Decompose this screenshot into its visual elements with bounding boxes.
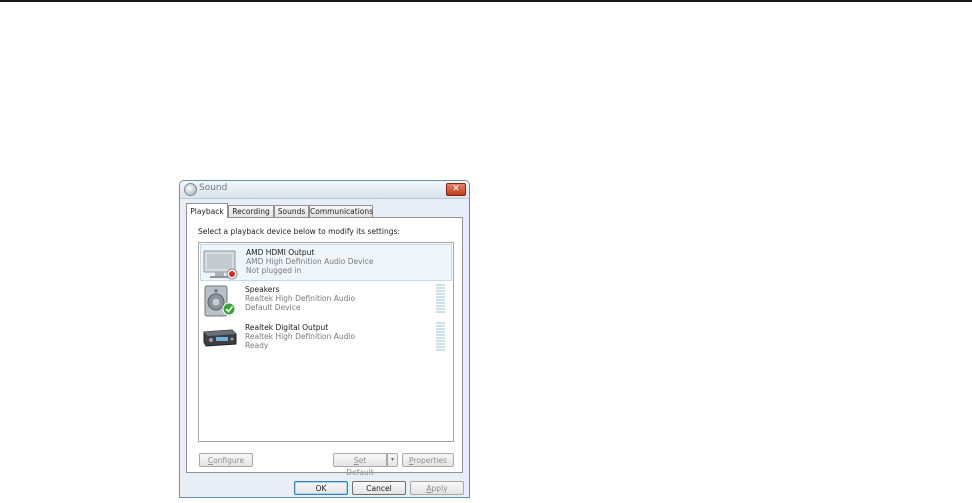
device-status: Ready: [245, 341, 269, 350]
set-default-button[interactable]: Set Default: [333, 453, 387, 477]
default-check-icon: [222, 302, 236, 316]
device-status: Not plugged in: [246, 266, 302, 275]
device-name: AMD HDMI Output: [246, 248, 315, 257]
device-status: Default Device: [245, 303, 301, 312]
device-item-digital-output[interactable]: Realtek Digital Output Realtek High Defi…: [200, 320, 452, 357]
sound-app-icon: [184, 183, 197, 196]
device-name: Realtek Digital Output: [245, 323, 329, 332]
device-item-speakers[interactable]: Speakers Realtek High Definition Audio D…: [200, 282, 452, 319]
window-title: Sound: [199, 183, 228, 193]
configure-button[interactable]: Configure: [199, 453, 253, 467]
device-driver: Realtek High Definition Audio: [245, 294, 356, 303]
volume-meter: [436, 284, 445, 314]
top-border-line: [0, 0, 972, 2]
monitor-icon: [203, 250, 238, 280]
device-name: Speakers: [245, 285, 280, 294]
cancel-button[interactable]: Cancel: [352, 481, 406, 495]
device-driver: AMD High Definition Audio Device: [246, 257, 374, 266]
close-button[interactable]: ✕: [446, 183, 466, 196]
sound-dialog: Sound ✕ Playback Recording Sounds Commun…: [179, 180, 470, 498]
device-list[interactable]: AMD HDMI Output AMD High Definition Audi…: [198, 242, 454, 442]
device-item-amd-hdmi[interactable]: AMD HDMI Output AMD High Definition Audi…: [200, 244, 452, 281]
instruction-text: Select a playback device below to modify…: [198, 227, 400, 236]
volume-meter: [436, 322, 445, 352]
ok-button[interactable]: OK: [294, 481, 348, 495]
tab-recording[interactable]: Recording: [228, 205, 274, 217]
digital-receiver-icon: [203, 329, 237, 347]
tab-playback[interactable]: Playback: [186, 203, 228, 218]
unplugged-badge-icon: [226, 268, 238, 280]
device-driver: Realtek High Definition Audio: [245, 332, 356, 341]
playback-panel: Select a playback device below to modify…: [186, 217, 463, 477]
title-bar[interactable]: Sound ✕: [180, 181, 469, 199]
properties-button[interactable]: Properties: [402, 453, 454, 467]
tab-sounds[interactable]: Sounds: [274, 205, 309, 217]
tab-communications[interactable]: Communications: [309, 205, 373, 217]
apply-button[interactable]: Apply: [410, 481, 464, 495]
speaker-icon: [204, 285, 236, 317]
set-default-dropdown[interactable]: ▾: [387, 453, 398, 467]
